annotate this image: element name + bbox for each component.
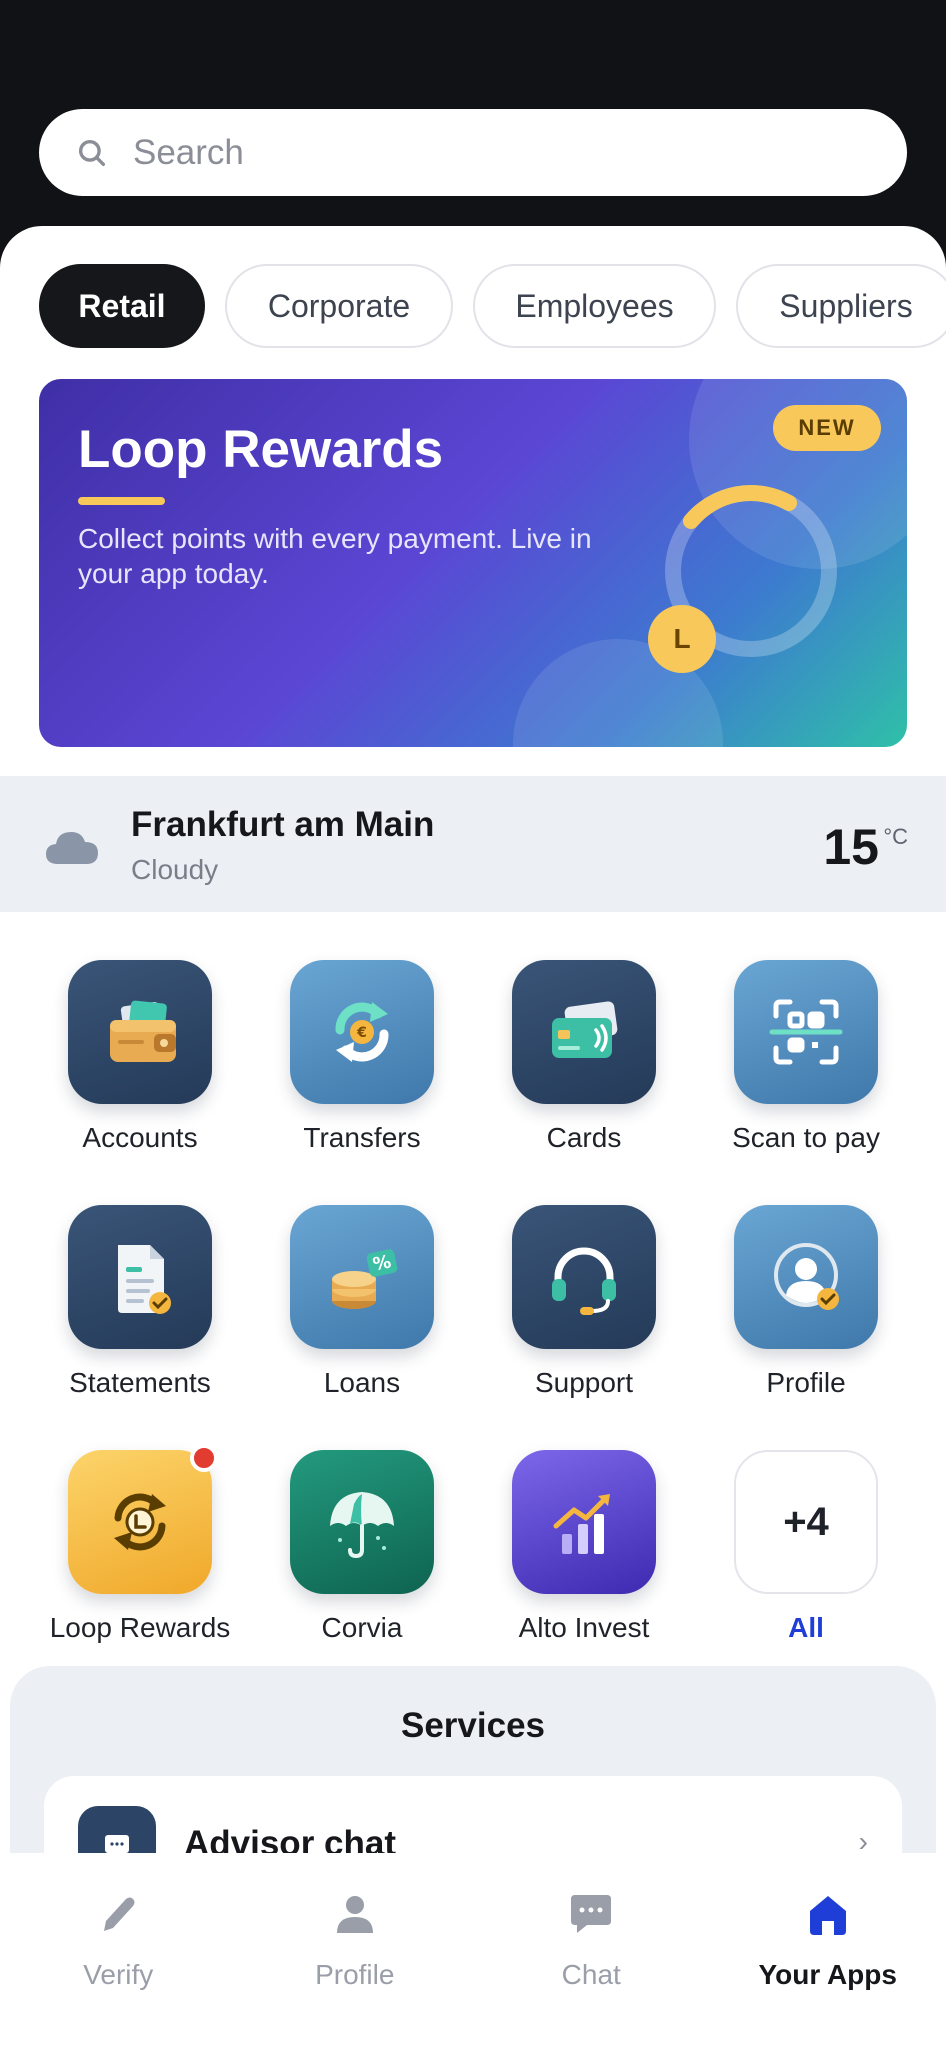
- app-label: Alto Invest: [518, 1612, 650, 1643]
- pencil-icon: [104, 1897, 135, 1931]
- person-icon: [336, 1896, 373, 1933]
- weather-card[interactable]: Frankfurt am Main Cloudy 15 °C: [0, 776, 946, 912]
- app-label: Statements: [69, 1367, 211, 1398]
- app-label: Loop Rewards: [49, 1612, 231, 1643]
- app-label: All: [788, 1612, 824, 1643]
- coins-icon: %: [332, 1249, 398, 1309]
- weather-temperature: 15: [823, 819, 879, 875]
- chart-icon: [553, 1494, 610, 1554]
- notification-dot: [190, 1444, 218, 1472]
- app-loop-rewards[interactable]: Loop Rewards: [40, 1444, 240, 1644]
- services-title: Services: [400, 1706, 546, 1745]
- app-label: Transfers: [303, 1122, 421, 1153]
- tab-label: Verify: [83, 1959, 154, 1990]
- promo-banner[interactable]: Loop Rewards Collect points with every p…: [39, 379, 907, 747]
- app-label: Corvia: [321, 1612, 403, 1643]
- card-icon: [552, 1001, 618, 1058]
- tab-label: Chat: [561, 1959, 621, 1990]
- cloud-icon: [46, 832, 98, 864]
- tab-chat[interactable]: Chat: [473, 1853, 710, 2048]
- coin-icon: L: [648, 605, 716, 673]
- weather-unit: °C: [883, 824, 908, 849]
- app-all[interactable]: +4 All: [706, 1450, 906, 1644]
- statement-icon: [118, 1245, 171, 1314]
- umbrella-icon: [330, 1492, 394, 1559]
- bottom-tab-bar: Verify Profile Chat Your Apps: [0, 1853, 946, 2048]
- app-corvia[interactable]: Corvia: [262, 1450, 462, 1644]
- rewards-icon: [114, 1493, 166, 1551]
- weather-city: Frankfurt am Main: [131, 805, 435, 844]
- chip-retail[interactable]: Retail: [39, 264, 205, 348]
- profile-icon: [774, 1243, 839, 1310]
- chat-bubble-icon: [571, 1895, 612, 1933]
- app-label: Accounts: [82, 1122, 198, 1153]
- banner-underline: [78, 497, 165, 505]
- chip-corporate[interactable]: Corporate: [225, 264, 453, 348]
- tab-your-apps[interactable]: Your Apps: [710, 1853, 946, 2048]
- content-sheet: Retail Corporate Employees Suppliers Loo…: [0, 226, 946, 2048]
- tab-label: Profile: [315, 1959, 395, 1990]
- app-statements[interactable]: Statements: [40, 1205, 240, 1399]
- weather-condition: Cloudy: [131, 854, 219, 885]
- tab-label: Your Apps: [758, 1959, 897, 1990]
- app-support[interactable]: Support: [484, 1205, 684, 1399]
- search-input[interactable]: [133, 132, 833, 173]
- new-badge: NEW: [773, 405, 881, 451]
- chip-employees[interactable]: Employees: [473, 264, 716, 348]
- banner-description: Collect points with every payment. Live …: [78, 523, 592, 589]
- search-icon: [78, 139, 106, 166]
- segment-chips: Retail Corporate Employees Suppliers: [39, 264, 946, 348]
- app-loans[interactable]: % Loans: [262, 1205, 462, 1399]
- transfer-icon: €: [335, 1002, 389, 1062]
- app-label: Scan to pay: [732, 1122, 880, 1153]
- app-accounts[interactable]: Accounts: [40, 960, 240, 1154]
- app-alto-invest[interactable]: Alto Invest: [484, 1450, 684, 1644]
- qr-scan-icon: [769, 999, 843, 1065]
- app-label: Loans: [323, 1367, 401, 1398]
- app-cards[interactable]: Cards: [484, 960, 684, 1154]
- home-icon: [809, 1896, 846, 1935]
- headset-icon: [552, 1247, 616, 1315]
- banner-title: Loop Rewards: [78, 420, 444, 479]
- app-label: Support: [534, 1367, 634, 1398]
- app-transfers[interactable]: € Transfers: [262, 960, 462, 1154]
- search-bar[interactable]: [39, 109, 907, 196]
- app-label: Cards: [546, 1122, 622, 1153]
- chip-suppliers[interactable]: Suppliers: [736, 264, 946, 348]
- tab-verify[interactable]: Verify: [0, 1853, 237, 2048]
- app-scan-to-pay[interactable]: Scan to pay: [706, 960, 906, 1154]
- tab-profile[interactable]: Profile: [237, 1853, 474, 2048]
- more-apps-count: +4: [734, 1450, 878, 1594]
- app-profile[interactable]: Profile: [706, 1205, 906, 1399]
- svg-text:€: €: [356, 1025, 367, 1041]
- app-label: Profile: [766, 1367, 846, 1398]
- wallet-icon: [110, 1000, 176, 1062]
